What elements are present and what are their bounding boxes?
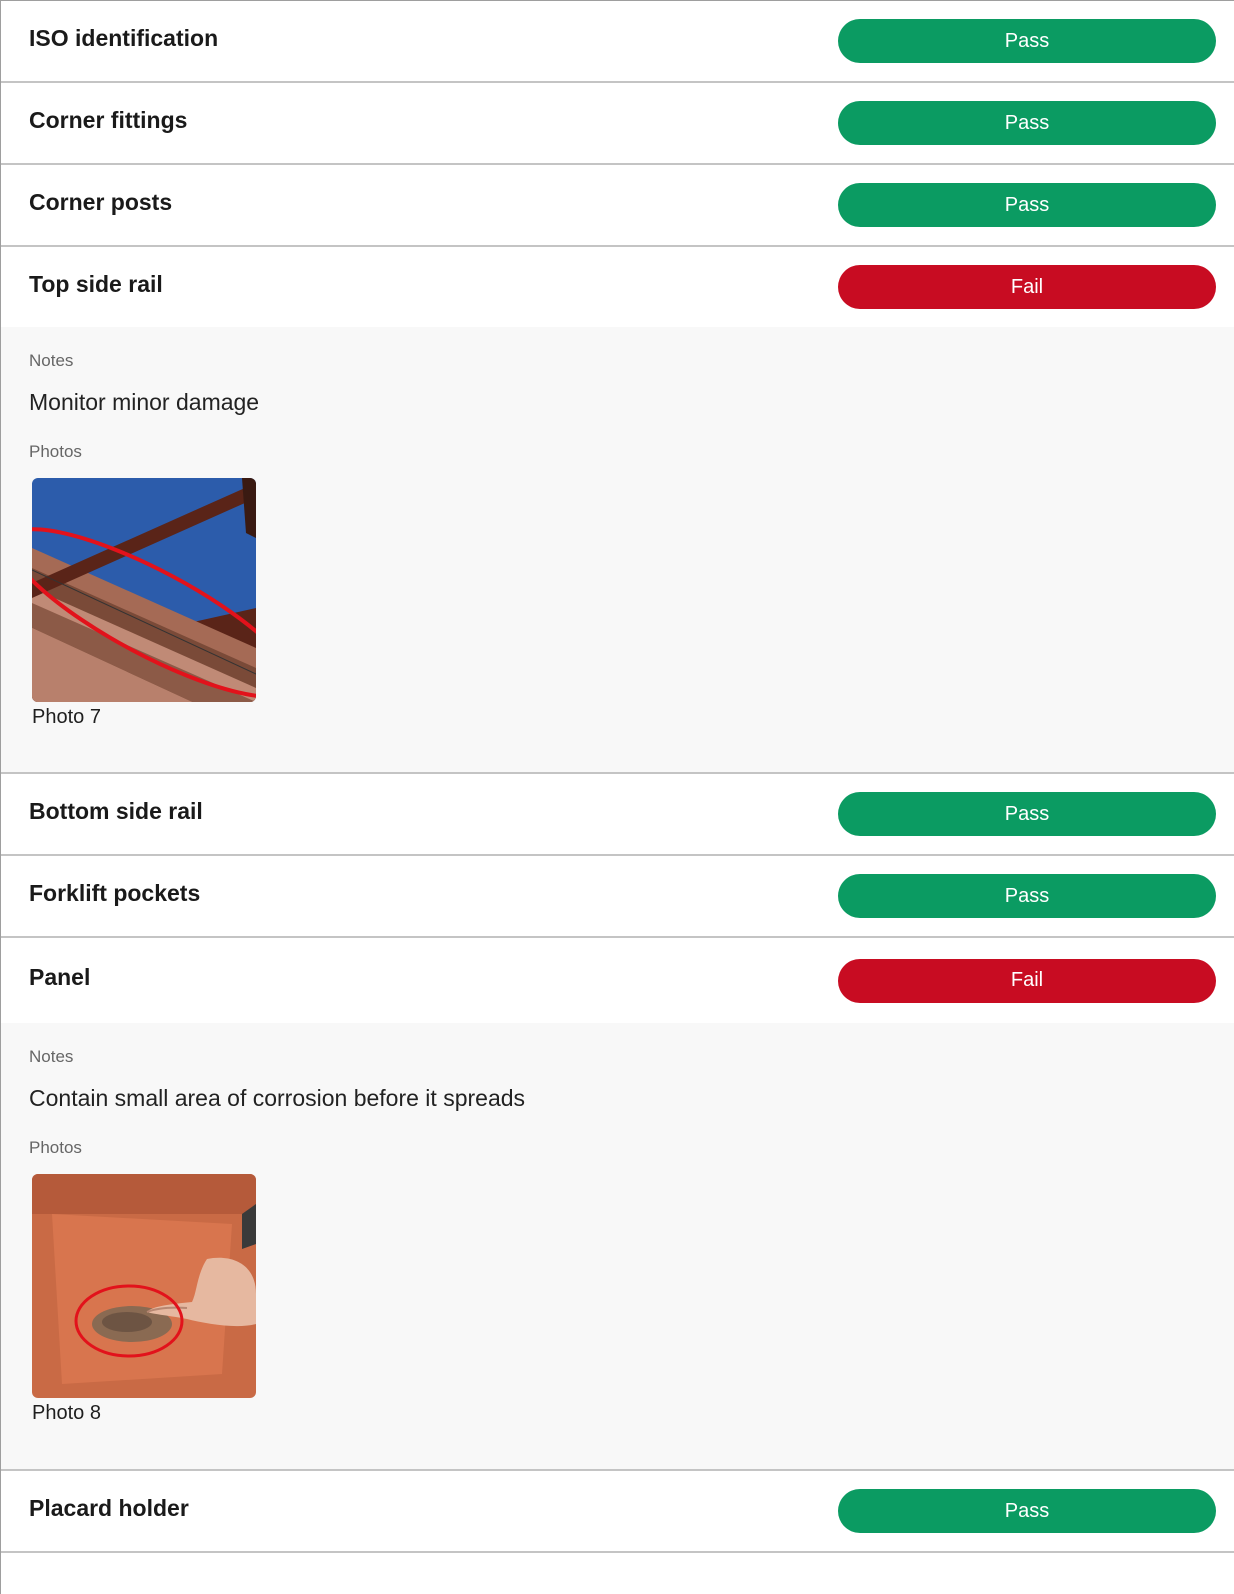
checklist-row-forklift-pockets: Forklift pockets Pass — [1, 856, 1234, 938]
status-fail-button[interactable]: Fail — [838, 958, 1216, 1003]
note-text: Monitor minor damage — [29, 389, 260, 415]
item-label: Corner fittings — [29, 106, 188, 133]
photo-caption: Photo 7 — [32, 706, 101, 728]
item-label: Placard holder — [29, 1494, 189, 1521]
checklist-row-panel: Panel Fail — [1, 938, 1234, 1023]
status-pass-button[interactable]: Pass — [838, 183, 1216, 227]
checklist-row-bottom-side-rail: Bottom side rail Pass — [1, 774, 1234, 856]
item-label: Panel — [29, 964, 91, 990]
item-label: ISO identification — [29, 24, 219, 51]
notes-label: Notes — [29, 1047, 74, 1066]
photos-label: Photos — [29, 442, 82, 461]
checklist-row-corner-fittings: Corner fittings Pass — [1, 83, 1234, 165]
checklist-row-corner-posts: Corner posts Pass — [1, 165, 1234, 247]
photo-rail-damage — [32, 478, 256, 702]
status-pass-button[interactable]: Pass — [838, 792, 1216, 836]
status-pass-button[interactable]: Pass — [838, 874, 1216, 918]
item-label: Forklift pockets — [29, 879, 201, 906]
status-pass-button[interactable]: Pass — [838, 1489, 1216, 1533]
item-label: Top side rail — [29, 270, 163, 297]
checklist-row-iso-identification: ISO identification Pass — [1, 1, 1234, 83]
status-fail-button[interactable]: Fail — [838, 265, 1216, 309]
photo-thumbnail[interactable]: Photo 8 — [32, 1174, 258, 1425]
checklist-row-placard-holder: Placard holder Pass — [1, 1471, 1234, 1553]
failure-details-top-side-rail: Notes Monitor minor damage Photos Photo … — [1, 327, 1234, 774]
item-label: Corner posts — [29, 188, 173, 215]
photo-thumbnail[interactable]: Photo 7 — [32, 478, 258, 729]
item-label: Bottom side rail — [29, 797, 203, 824]
photos-label: Photos — [29, 1138, 82, 1157]
photo-panel-corrosion — [32, 1174, 256, 1398]
notes-label: Notes — [29, 351, 74, 370]
inspection-checklist: ISO identification Pass Corner fittings … — [0, 0, 1234, 1594]
note-text: Contain small area of corrosion before i… — [29, 1085, 526, 1111]
status-pass-button[interactable]: Pass — [838, 19, 1216, 63]
photo-caption: Photo 8 — [32, 1402, 101, 1424]
failure-details-panel: Notes Contain small area of corrosion be… — [1, 1023, 1234, 1471]
status-pass-button[interactable]: Pass — [838, 101, 1216, 145]
checklist-row-top-side-rail: Top side rail Fail — [1, 247, 1234, 327]
